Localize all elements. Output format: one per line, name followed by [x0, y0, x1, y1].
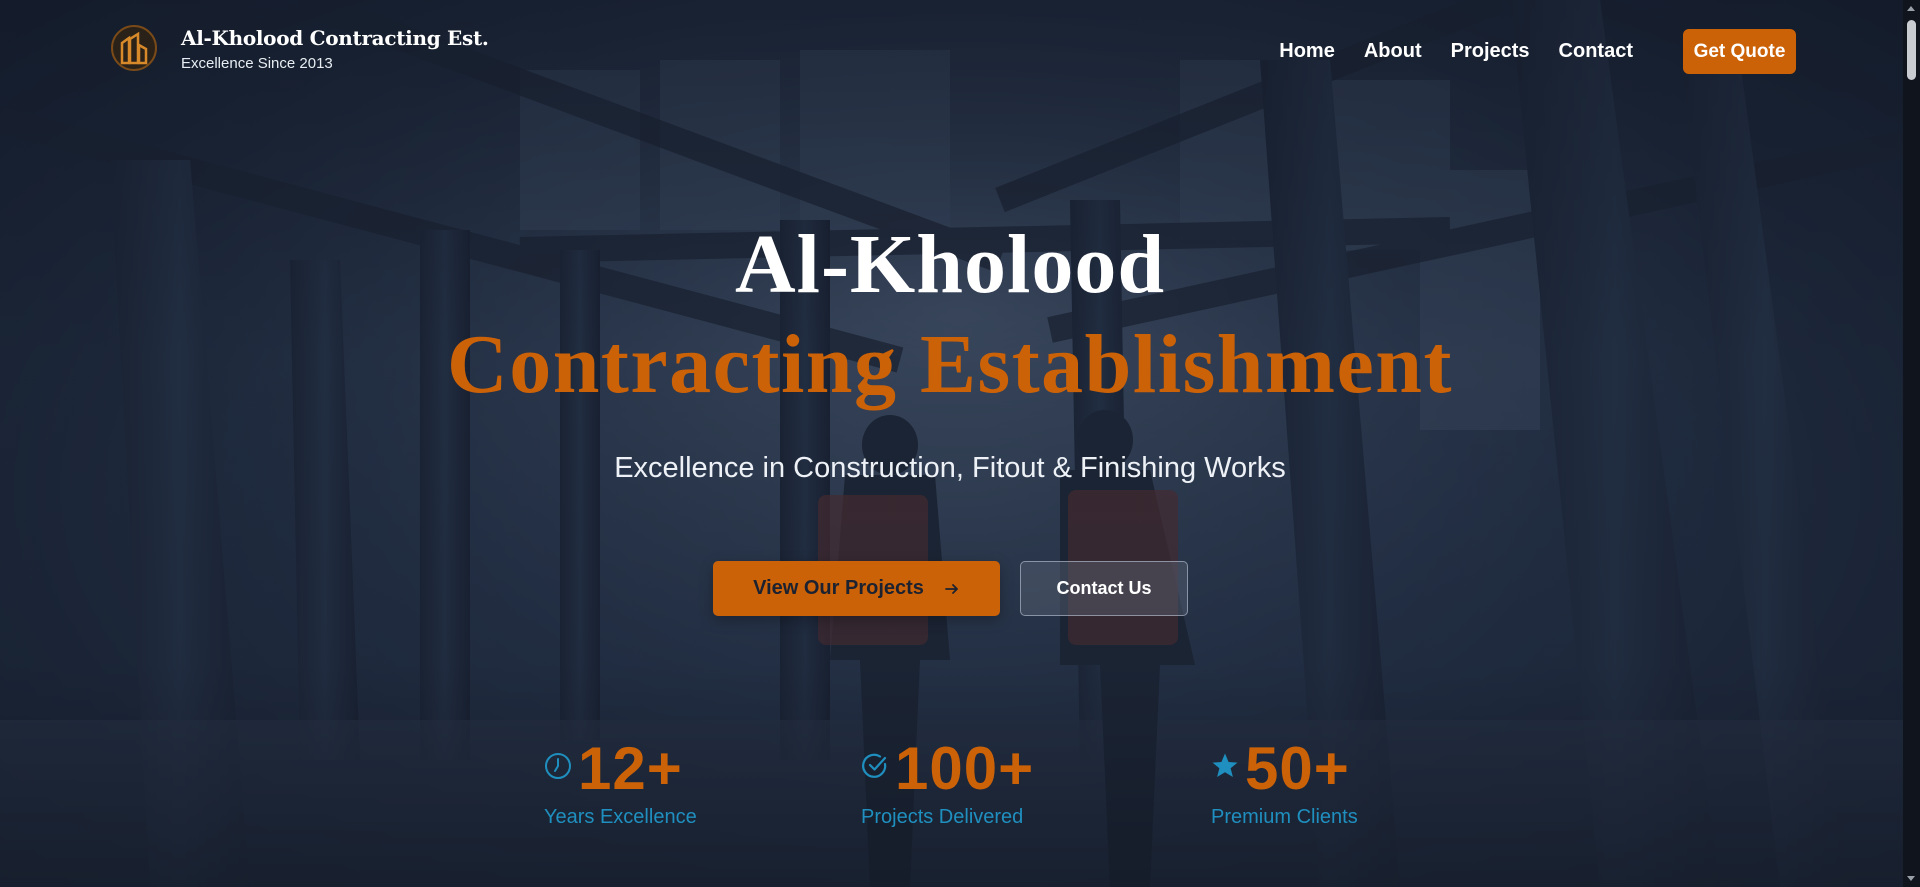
clock-icon — [545, 753, 571, 779]
arrow-right-icon — [945, 583, 958, 594]
brand-tagline: Excellence Since 2013 — [181, 55, 333, 72]
stat-years-value: 12+ — [578, 735, 683, 802]
view-projects-button[interactable]: View Our Projects — [713, 561, 1000, 616]
stat-clients-label: Premium Clients — [1211, 806, 1358, 828]
cta-buttons: View Our Projects Contact Us — [713, 561, 1188, 616]
nav-contact[interactable]: Contact — [1559, 40, 1633, 63]
check-circle-icon — [862, 753, 887, 778]
scroll-up-icon[interactable] — [1907, 6, 1915, 11]
nav-about[interactable]: About — [1364, 40, 1422, 63]
site-header: Al-Kholood Contracting Est. Excellence S… — [0, 0, 1920, 104]
stat-years: 12+ Years Excellence — [544, 736, 784, 829]
scroll-down-icon[interactable] — [1907, 876, 1915, 881]
contact-us-button[interactable]: Contact Us — [1020, 561, 1188, 616]
nav-projects[interactable]: Projects — [1451, 40, 1530, 63]
stat-projects: 100+ Projects Delivered — [861, 736, 1101, 829]
main-nav: Home About Projects Contact Get Quote — [1279, 29, 1796, 74]
view-projects-label: View Our Projects — [753, 577, 924, 599]
stat-projects-label: Projects Delivered — [861, 806, 1024, 828]
hero-section: Al-Kholood Contracting Est. Excellence S… — [0, 0, 1920, 887]
get-quote-button[interactable]: Get Quote — [1683, 29, 1796, 74]
hero-title-line2: Contracting Establishment — [447, 318, 1453, 411]
page-scrollbar[interactable] — [1903, 0, 1920, 887]
hero-subtitle: Excellence in Construction, Fitout & Fin… — [614, 452, 1286, 484]
building-logo-icon — [111, 25, 157, 71]
nav-home[interactable]: Home — [1279, 40, 1335, 63]
brand-name: Al-Kholood Contracting Est. — [181, 26, 489, 50]
brand[interactable]: Al-Kholood Contracting Est. Excellence S… — [111, 25, 489, 72]
hero-title-line1: Al-Kholood — [734, 218, 1166, 311]
star-icon — [1212, 753, 1238, 777]
stat-years-label: Years Excellence — [544, 806, 697, 828]
stat-projects-value: 100+ — [895, 735, 1035, 802]
stat-clients-value: 50+ — [1245, 735, 1350, 802]
stat-clients: 50+ Premium Clients — [1211, 736, 1451, 829]
scroll-thumb[interactable] — [1907, 20, 1916, 80]
